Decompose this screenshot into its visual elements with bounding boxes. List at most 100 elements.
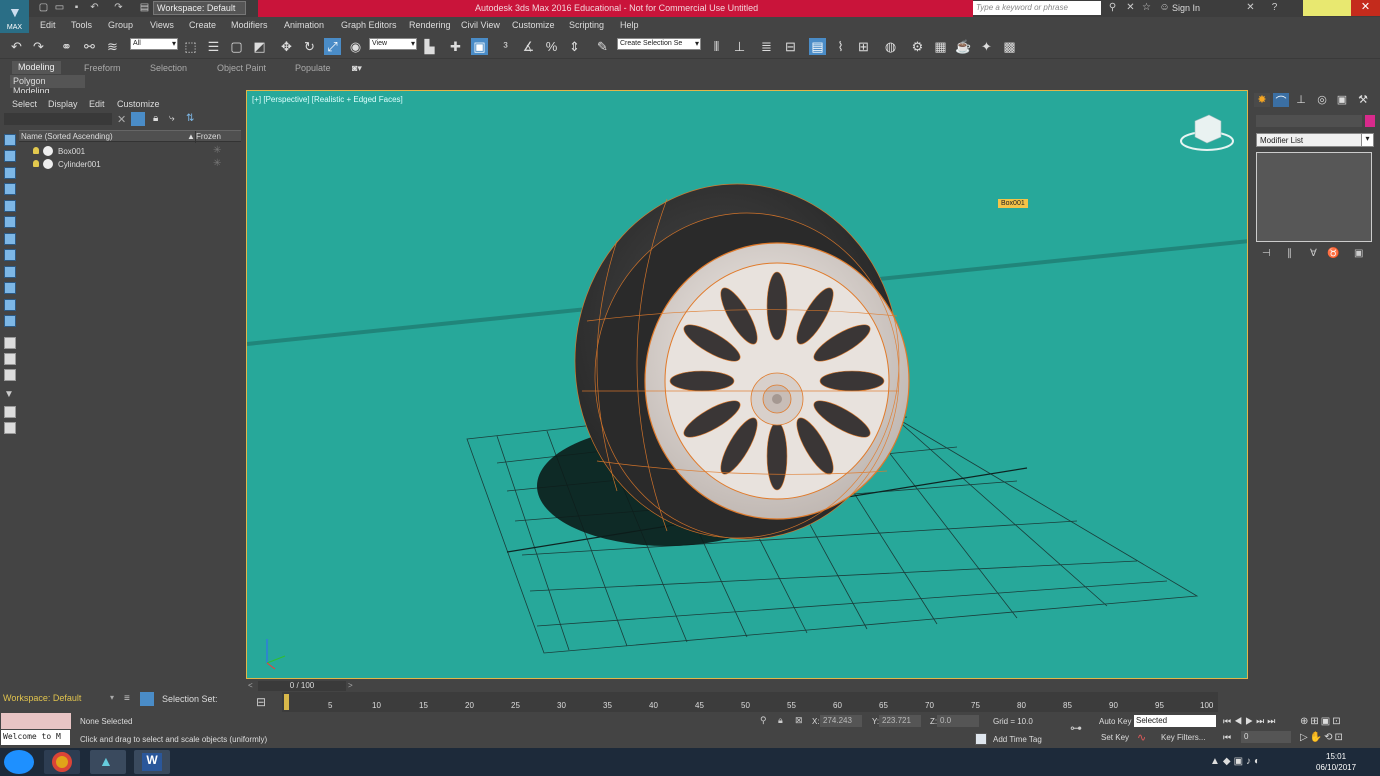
display-groups-icon[interactable] [4, 233, 16, 245]
save-icon[interactable]: ▪ [70, 2, 83, 14]
mini-curve-editor-icon[interactable]: ⊟ [256, 695, 266, 709]
select-dependents-icon[interactable]: ⇅ [186, 113, 194, 124]
set-keys-icon[interactable]: ⊶ [1070, 721, 1082, 735]
maximize-button[interactable] [1327, 0, 1351, 16]
chevron-down-icon[interactable]: ▾ [110, 693, 114, 702]
3dsmax-taskbar-icon[interactable]: ▲ [90, 750, 126, 774]
binoculars-icon[interactable]: ⚲ [1106, 2, 1119, 14]
menu-create[interactable]: Create [189, 20, 216, 30]
perspective-viewport[interactable]: [+] [Perspective] [Realistic + Edged Fac… [246, 90, 1248, 679]
select-manipulate-icon[interactable]: ✚ [447, 38, 464, 55]
filter-icon[interactable] [131, 112, 145, 126]
display-geometry-icon[interactable] [4, 134, 16, 146]
tab-populate[interactable]: Populate [295, 63, 331, 73]
menu-group[interactable]: Group [108, 20, 133, 30]
favorites-star-icon[interactable]: ☆ [1140, 2, 1153, 14]
zoom-controls[interactable]: ⊕⊞▣⊡ [1300, 716, 1343, 727]
pivot-center-icon[interactable]: ▙ [421, 38, 438, 55]
modifier-stack[interactable] [1256, 152, 1372, 242]
workspace-selector[interactable]: Workspace: Default [3, 693, 81, 703]
menu-civil-view[interactable]: Civil View [461, 20, 500, 30]
undo-icon[interactable]: ↶ [88, 2, 101, 14]
menu-graph-editors[interactable]: Graph Editors [341, 20, 397, 30]
auto-key-button[interactable]: Auto Key [1099, 717, 1131, 726]
clear-search-icon[interactable]: ✕ [117, 113, 126, 126]
curve-editor-icon[interactable]: ⌇ [832, 38, 849, 55]
pin-stack-icon[interactable]: ⊣ [1262, 248, 1271, 259]
polygon-modeling-panel[interactable]: Polygon Modeling [10, 75, 85, 96]
display-particles-icon[interactable] [4, 282, 16, 294]
show-end-result-icon[interactable]: ∥ [1287, 248, 1292, 259]
menu-help[interactable]: Help [620, 20, 639, 30]
menu-modifiers[interactable]: Modifiers [231, 20, 268, 30]
prev-frame-arrow[interactable]: < [248, 681, 253, 690]
menu-animation[interactable]: Animation [284, 20, 324, 30]
menu-views[interactable]: Views [150, 20, 174, 30]
time-tag-icon[interactable] [975, 733, 987, 745]
display-xrefs-icon[interactable] [4, 249, 16, 261]
redo-icon[interactable]: ↷ [30, 38, 47, 55]
object-name-field[interactable] [1256, 115, 1362, 127]
key-filters-button[interactable]: Key Filters... [1161, 733, 1205, 742]
workspace-dropdown[interactable]: Workspace: Default [153, 1, 246, 15]
open-file-icon[interactable]: ▭ [53, 2, 66, 14]
unlink-icon[interactable]: ⚯ [81, 38, 98, 55]
hierarchy-icon[interactable] [4, 406, 16, 418]
menu-rendering[interactable]: Rendering [409, 20, 451, 30]
display-tab-icon[interactable]: ▣ [1334, 93, 1350, 107]
tab-freeform[interactable]: Freeform [84, 63, 121, 73]
bind-space-warp-icon[interactable]: ≋ [104, 38, 121, 55]
a360-render-icon[interactable]: ▩ [1001, 38, 1018, 55]
explorer-menu-select[interactable]: Select [12, 99, 37, 109]
selection-filter-dropdown[interactable]: All [130, 38, 178, 50]
mirror-icon[interactable]: ⫴ [708, 38, 725, 55]
menu-edit[interactable]: Edit [40, 20, 56, 30]
current-frame-field[interactable]: 0 [1241, 731, 1291, 743]
redo-icon[interactable]: ↷ [112, 2, 125, 14]
display-lights-icon[interactable] [4, 167, 16, 179]
create-tab-icon[interactable]: ✸ [1254, 93, 1270, 107]
layer-icon[interactable] [4, 422, 16, 434]
isolate-selection-icon[interactable]: ⚲ [760, 715, 767, 726]
word-taskbar-icon[interactable]: W [134, 750, 170, 774]
explorer-menu-edit[interactable]: Edit [89, 99, 105, 109]
frozen-snowflake-icon[interactable]: ✳ [213, 158, 221, 169]
lock-icon[interactable]: 🔒︎ [153, 113, 158, 124]
viewport-scene[interactable] [247, 91, 1248, 679]
light-bulb-icon[interactable] [33, 160, 39, 167]
table-row[interactable]: Cylinder001 ✳ [19, 158, 241, 171]
modify-tab-icon[interactable]: ⌒ [1273, 93, 1289, 108]
next-frame-arrow[interactable]: > [348, 681, 353, 690]
object-color-swatch[interactable] [1365, 115, 1375, 127]
sort-arrow-icon[interactable]: ▲ [187, 132, 195, 141]
subscription-icon[interactable]: ✕ [1124, 2, 1137, 14]
new-file-icon[interactable]: ▢ [37, 2, 50, 14]
move-icon[interactable]: ✥ [278, 38, 295, 55]
display-cameras-icon[interactable] [4, 183, 16, 195]
explorer-menu-display[interactable]: Display [48, 99, 78, 109]
rotate-icon[interactable]: ↻ [301, 38, 318, 55]
project-folder-icon[interactable]: ▤ [138, 2, 151, 14]
wheel-model[interactable] [574, 183, 910, 540]
invert-display-icon[interactable] [4, 369, 16, 381]
scale-icon[interactable]: ⤢ [324, 38, 341, 55]
layers-icon[interactable]: ≡ [124, 693, 130, 704]
column-name[interactable]: Name (Sorted Ascending) [21, 132, 113, 141]
minimize-button[interactable] [1303, 0, 1327, 16]
display-frozen-icon[interactable] [4, 315, 16, 327]
x-coordinate-field[interactable]: 274.243 [820, 715, 862, 727]
y-coordinate-field[interactable]: 223.721 [879, 715, 921, 727]
display-containers-icon[interactable] [4, 299, 16, 311]
ribbon-options-icon[interactable]: ◙▾ [352, 63, 362, 74]
taskbar-clock[interactable]: 15:01 06/10/2017 [1316, 751, 1356, 773]
selection-lock-icon[interactable]: 🔒︎ [778, 715, 783, 726]
light-bulb-icon[interactable] [33, 147, 39, 154]
viewport-label[interactable]: [+] [Perspective] [Realistic + Edged Fac… [252, 95, 403, 104]
manage-layers-icon[interactable] [140, 692, 154, 706]
time-slider[interactable]: 0 / 100 [258, 681, 346, 691]
frozen-snowflake-icon[interactable]: ✳ [213, 145, 221, 156]
material-editor-icon[interactable]: ◍ [882, 38, 899, 55]
tab-modeling[interactable]: Modeling [12, 61, 61, 74]
reference-coordinate-dropdown[interactable]: View [369, 38, 417, 50]
playback-controls[interactable]: ⏮◀▶⏭⏭ [1223, 716, 1278, 727]
